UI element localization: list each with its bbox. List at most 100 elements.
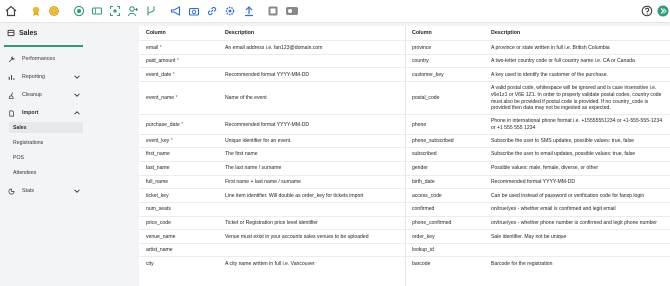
help-icon[interactable] [640, 4, 654, 18]
cell-left-description: Recommended format YYYY-MM-DD [225, 115, 401, 135]
cell-right-column-text: order_key [412, 233, 435, 240]
required-marker: * [159, 44, 162, 51]
cell-left-description-text: Name of the event [225, 95, 267, 102]
cell-right-column-text: country [412, 58, 429, 65]
cell-left-column: event_name * [146, 82, 222, 115]
sidebar-item-cleanup[interactable]: Cleanup [7, 88, 83, 102]
table-row: last_name The last name / surname gender Po… [139, 160, 670, 176]
cell-left-column-text: city [146, 260, 154, 267]
required-marker: * [176, 58, 179, 65]
cell-left-column: city [146, 257, 222, 271]
chevron-down-icon[interactable] [73, 187, 81, 195]
link-icon[interactable] [205, 4, 219, 18]
award-icon[interactable] [29, 4, 43, 18]
required-marker: * [175, 95, 178, 102]
scan-icon[interactable] [108, 4, 122, 18]
cell-right-column: barcode [412, 257, 488, 271]
broom-icon [7, 91, 15, 99]
user-avatar-icon[interactable] [656, 4, 670, 18]
user-add-icon[interactable] [126, 4, 140, 18]
cell-left-column: event_date * [146, 68, 222, 82]
cell-right-description: A valid postal code, whitespace will be … [491, 82, 667, 115]
ticket-icon[interactable] [90, 4, 104, 18]
cell-right-description: on/true/yes - whether phone number is co… [491, 217, 667, 231]
cell-left-description-text: Recommended format YYYY-MM-DD [225, 71, 310, 78]
cell-left-description-text: Ticket or Registration price level ident… [225, 219, 318, 226]
cell-right-column: subscribed [412, 148, 488, 162]
sidebar-subitem-registrations[interactable]: Registrations [13, 137, 43, 148]
required-marker: * [170, 138, 173, 145]
upload-icon[interactable] [242, 4, 256, 18]
template-icon[interactable] [266, 4, 280, 18]
cell-right-description: Barcode for the registration [491, 257, 667, 271]
table-row: paid_amount * country A two-letter country … [139, 54, 670, 68]
toggle-icon[interactable] [284, 4, 300, 18]
sidebar-subitem-pos[interactable]: POS [13, 152, 24, 163]
camera-icon[interactable] [187, 4, 201, 18]
chevron-up-icon[interactable] [73, 109, 81, 117]
home-icon[interactable] [4, 4, 18, 18]
cell-right-column-text: phone_confirmed [412, 219, 452, 226]
chevron-down-icon[interactable] [73, 73, 81, 81]
cell-right-column: province [412, 41, 488, 55]
cell-left-description-text: First name + last name / surname [225, 178, 302, 185]
cell-right-column-text: phone [412, 121, 427, 128]
cell-left-column-text: email [146, 44, 159, 51]
chevron-down-icon[interactable] [73, 91, 81, 99]
cell-left-column-text: venue_name [146, 233, 176, 240]
cell-right-column-text: postal_code [412, 95, 440, 102]
gear-icon[interactable] [223, 4, 237, 18]
sidebar-item-label: Import [22, 110, 39, 116]
header-column-right: Column [412, 30, 432, 36]
cell-right-description-text: Recommended format YYYY-MM-DD [491, 178, 576, 185]
cell-right-column: access_code [412, 189, 488, 203]
megaphone-icon[interactable] [169, 4, 183, 18]
sidebar-item-reporting[interactable]: Reporting [7, 70, 83, 84]
cell-right-description-text: Barcode for the registration [491, 260, 553, 267]
table-row: artist_name lookup_id [139, 243, 670, 257]
merge-icon[interactable] [144, 4, 158, 18]
cell-left-column-text: full_name [146, 178, 169, 185]
cell-right-description: A key used to identify the customer of t… [491, 68, 667, 82]
coins-icon[interactable] [47, 4, 61, 18]
target-icon[interactable] [72, 4, 86, 18]
top-toolbar [0, 0, 670, 23]
header-description-right: Description [491, 30, 521, 36]
cell-left-column: first_name [146, 148, 222, 162]
cell-right-column: customer_key [412, 68, 488, 82]
cell-left-description: Venue must exist in your accounts sales … [225, 230, 401, 244]
cell-right-description-text: Possible values: male, female, diverse, … [491, 165, 599, 172]
cell-left-column-text: event_key [146, 138, 170, 145]
cell-left-description-text: The first name [225, 151, 258, 158]
cell-right-description-text: A two-letter country code or full countr… [491, 58, 635, 65]
cell-right-column: order_key [412, 230, 488, 244]
cell-right-column: phone_confirmed [412, 217, 488, 231]
cell-right-description-text: on/true/yes - whether email is confirmed… [491, 206, 616, 213]
sidebar-item-import[interactable]: Import [7, 106, 83, 120]
sidebar-subitem-sales[interactable]: Sales [9, 122, 83, 133]
sidebar-subitem-attendees[interactable]: Attendees [13, 167, 36, 178]
cell-right-column-text: birth_date [412, 178, 435, 185]
cell-left-column: num_seats [146, 203, 222, 217]
cell-right-column-text: customer_key [412, 71, 444, 78]
sidebar: Sales Performances Reporting Cleanup Imp… [0, 23, 88, 286]
cell-right-description-text: Subscribe the user to email updates, pos… [491, 151, 636, 158]
cell-right-description-text: A valid postal code, whitespace will be … [491, 84, 662, 112]
cell-left-description-text: Venue must exist in your accounts sales … [225, 233, 369, 240]
sidebar-item-label: Stats [22, 188, 35, 194]
cell-right-column: gender [412, 162, 488, 176]
cell-right-description: Can be used instead of password or verif… [491, 189, 667, 203]
cell-right-description-text: Subscribe the user to SMS updates, possi… [491, 138, 634, 145]
sidebar-title: Sales [7, 29, 37, 37]
cell-left-description-text: A city name written in full i.e. Vancouv… [225, 260, 315, 267]
cell-left-description: First name + last name / surname [225, 176, 401, 190]
cell-right-column-text: province [412, 44, 432, 51]
cell-right-column: phone [412, 115, 488, 135]
sidebar-item-stats[interactable]: Stats [7, 184, 83, 198]
table-row: event_name * Name of the event postal_code A… [139, 81, 670, 115]
cell-left-column-text: event_name [146, 95, 175, 102]
header-description-left: Description [225, 30, 255, 36]
cell-right-description: on/true/yes - whether email is confirmed… [491, 203, 667, 217]
cell-left-description: Recommended format YYYY-MM-DD [225, 68, 401, 82]
sidebar-item-performances[interactable]: Performances [7, 52, 83, 66]
